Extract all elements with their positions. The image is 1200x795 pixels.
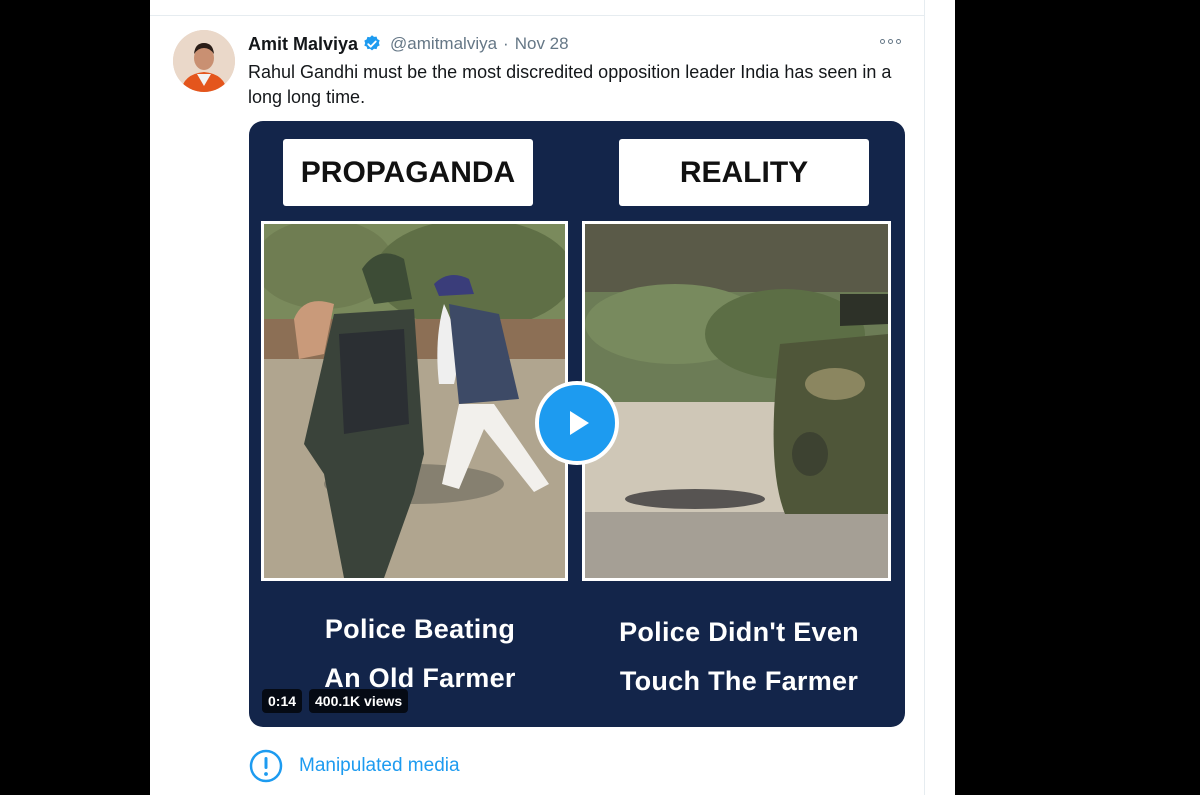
reality-caption-line1: Police Didn't Even — [619, 617, 859, 647]
tweet-header: Amit Malviya @amitmalviya · Nov 28 — [248, 33, 569, 55]
tweet-panel: Amit Malviya @amitmalviya · Nov 28 Rahul… — [150, 0, 955, 795]
view-count: 400.1K views — [309, 689, 409, 713]
manipulated-media-notice[interactable]: Manipulated media — [249, 749, 460, 783]
play-button[interactable] — [535, 381, 619, 465]
avatar[interactable] — [173, 30, 235, 92]
reality-video-frame — [582, 221, 891, 581]
propaganda-label: PROPAGANDA — [283, 139, 533, 206]
more-options-icon[interactable] — [880, 34, 906, 48]
separator-dot: · — [503, 34, 509, 53]
verified-badge-icon — [364, 35, 380, 51]
propaganda-video-frame — [261, 221, 568, 581]
divider — [150, 15, 924, 16]
timeline-border — [924, 0, 925, 795]
exclamation-circle-icon — [249, 749, 283, 783]
video-player[interactable]: PROPAGANDA REALITY Police Beating An Old… — [249, 121, 905, 727]
tweet-text: Rahul Gandhi must be the most discredite… — [248, 62, 892, 107]
reality-caption: Police Didn't Even Touch The Farmer — [584, 608, 894, 706]
author-name[interactable]: Amit Malviya — [248, 34, 358, 55]
reality-label: REALITY — [619, 139, 869, 206]
propaganda-caption-line1: Police Beating — [324, 614, 516, 644]
reality-caption-line2: Touch The Farmer — [619, 666, 859, 696]
manipulated-media-label[interactable]: Manipulated media — [299, 755, 460, 777]
video-duration: 0:14 — [262, 689, 303, 713]
tweet-date[interactable]: Nov 28 — [515, 34, 569, 54]
play-icon — [570, 411, 589, 435]
author-handle[interactable]: @amitmalviya — [390, 34, 497, 54]
